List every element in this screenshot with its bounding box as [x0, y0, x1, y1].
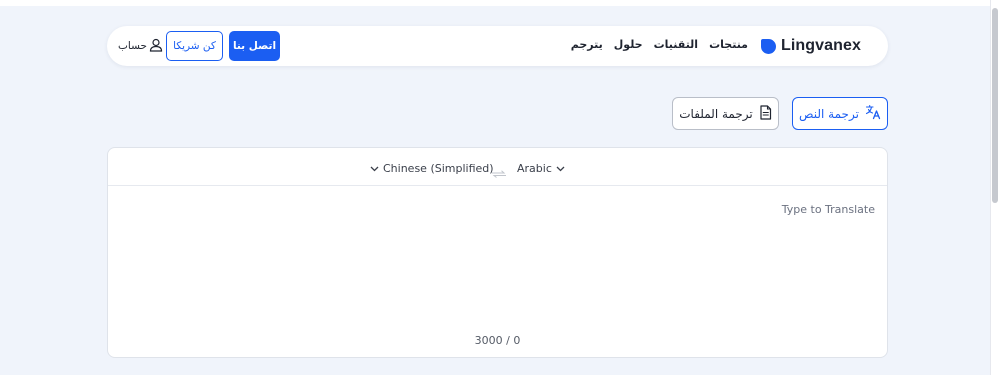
contact-us-button[interactable]: اتصل بنا	[229, 31, 280, 61]
source-language-select[interactable]: Chinese (Simplified)	[370, 162, 494, 175]
target-language-select[interactable]: Arabic	[517, 162, 565, 175]
character-counter: 3000 / 0	[474, 334, 521, 347]
logo[interactable]: Lingvanex	[760, 35, 861, 57]
swap-languages-icon[interactable]	[491, 163, 507, 182]
become-partner-button[interactable]: كن شريكا	[166, 31, 223, 61]
top-strip	[0, 0, 990, 6]
main-nav: منتجات التقنيات حلول يترجم	[571, 38, 748, 51]
target-language-label: Arabic	[517, 162, 552, 175]
account-button[interactable]: حساب	[118, 38, 163, 54]
nav-item-solutions[interactable]: حلول	[614, 38, 643, 51]
chevron-down-icon	[370, 162, 379, 175]
translator-panel: Chinese (Simplified) Arabic 3000 / 0	[107, 147, 888, 358]
nav-item-translate[interactable]: يترجم	[571, 38, 603, 51]
account-label: حساب	[118, 40, 147, 52]
nav-item-technologies[interactable]: التقنيات	[654, 38, 698, 51]
text-translation-label: ترجمة النص	[799, 106, 859, 121]
file-translation-label: ترجمة الملفات	[679, 106, 753, 121]
translate-icon	[865, 104, 881, 123]
logo-mark-icon	[760, 38, 776, 54]
text-translation-tab[interactable]: ترجمة النص	[792, 97, 888, 130]
site-header: Lingvanex منتجات التقنيات حلول يترجم اتص…	[107, 26, 888, 66]
page-scrollbar[interactable]	[990, 0, 1000, 375]
source-language-label: Chinese (Simplified)	[383, 162, 494, 175]
nav-item-products[interactable]: منتجات	[709, 38, 748, 51]
logo-text: Lingvanex	[780, 37, 861, 54]
document-icon	[759, 104, 772, 123]
language-bar: Chinese (Simplified) Arabic	[108, 148, 887, 186]
file-translation-tab[interactable]: ترجمة الملفات	[672, 97, 779, 130]
chevron-down-icon	[556, 162, 565, 175]
user-icon	[149, 37, 163, 56]
scrollbar-thumb[interactable]	[992, 8, 998, 203]
source-text-input[interactable]	[120, 198, 875, 318]
